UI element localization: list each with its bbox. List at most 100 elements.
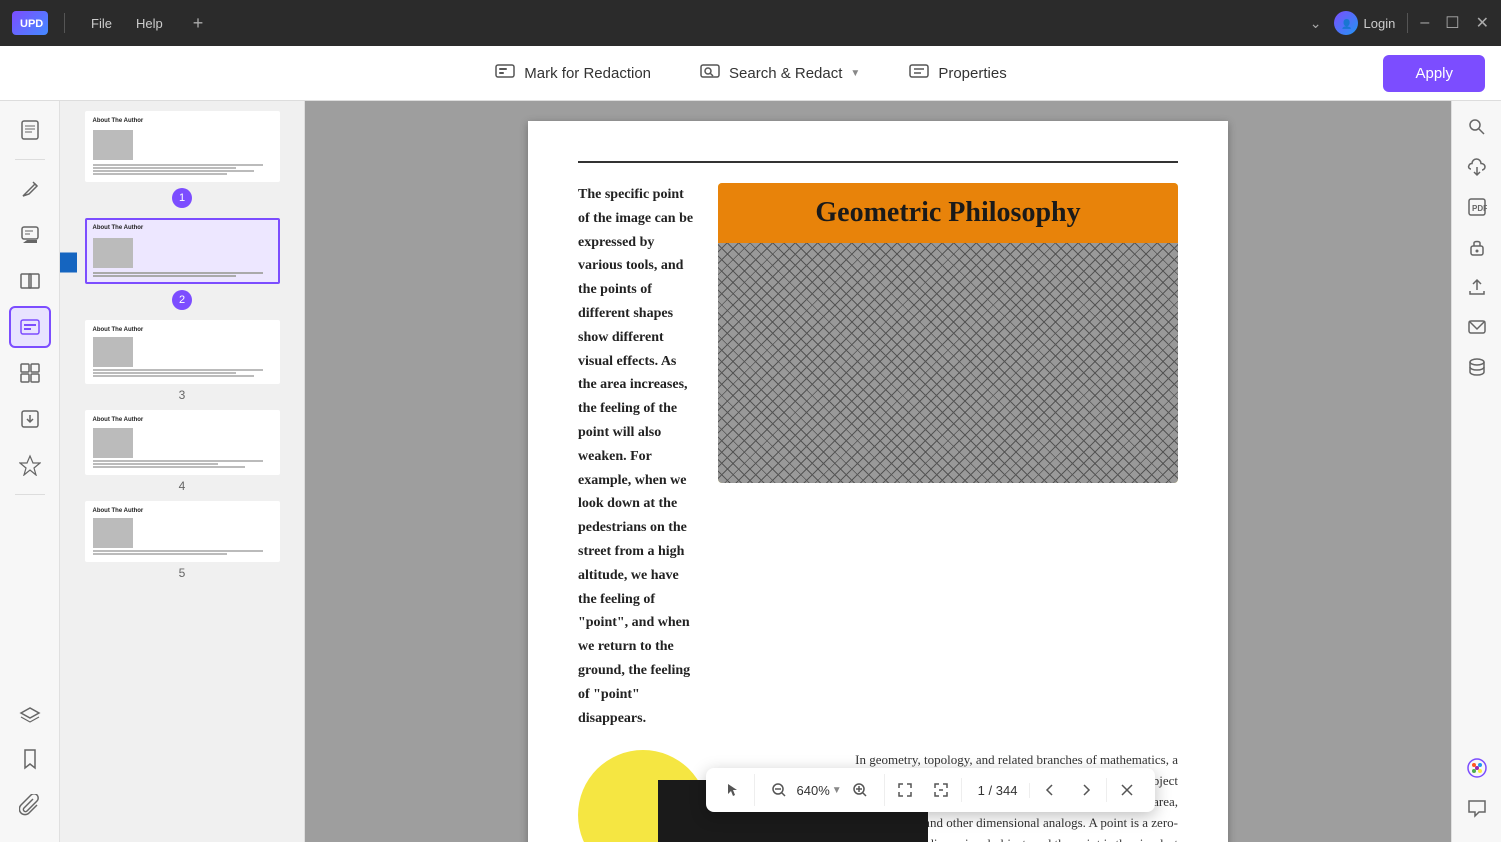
page-badge-1: 1 (172, 188, 192, 208)
sidebar-icon-reader[interactable] (9, 109, 51, 151)
right-icon-mail[interactable] (1459, 309, 1495, 345)
thumb-img-4: About The Author (85, 410, 280, 474)
article-text: The specific point of the image can be e… (578, 183, 698, 730)
sidebar-icon-layers[interactable] (9, 692, 51, 734)
search-redact-icon (699, 60, 721, 87)
geo-card-image (718, 243, 1178, 483)
right-icon-lock[interactable] (1459, 229, 1495, 265)
right-icon-cloud-save[interactable] (1459, 149, 1495, 185)
thumbnail-panel[interactable]: About The Author (60, 101, 305, 842)
titlebar-separator2 (1407, 13, 1408, 33)
thumb-title-5: About The Author (93, 507, 272, 515)
left-sidebar (0, 101, 60, 842)
redaction-toolbar: Mark for Redaction Search & Redact ▼ Pro… (0, 46, 1501, 101)
page-top-line (578, 161, 1178, 163)
thumb-title-3: About The Author (93, 326, 272, 334)
right-icon-pdf-a[interactable]: PDF/A (1459, 189, 1495, 225)
updf-logo-icon: UPDF (12, 11, 48, 35)
actual-size-button[interactable] (925, 774, 957, 806)
zoom-level: 640% (797, 783, 830, 798)
sidebar-icon-extract[interactable] (9, 398, 51, 440)
zoom-in-button[interactable] (844, 774, 876, 806)
page-badge-2: 2 (172, 290, 192, 310)
avatar: 👤 (1334, 11, 1358, 35)
svg-text:PDF/A: PDF/A (1472, 204, 1487, 213)
titlebar-separator (64, 13, 65, 33)
search-redact-button[interactable]: Search & Redact ▼ (679, 52, 880, 95)
login-button[interactable]: 👤 Login (1334, 11, 1396, 35)
minimize-button[interactable]: – (1420, 14, 1429, 32)
svg-text:UPDF: UPDF (20, 18, 44, 30)
sidebar-icon-bookmark[interactable] (9, 738, 51, 780)
thumb-image-placeholder-2 (93, 238, 133, 268)
thumb-title-4: About The Author (93, 416, 272, 424)
page-label-4: 4 (179, 479, 186, 493)
thumb-title-1: About The Author (93, 117, 272, 125)
thumbnail-page-4[interactable]: About The Author 4 (77, 410, 287, 492)
add-tab-button[interactable]: + (193, 13, 204, 34)
sidebar-icon-compress[interactable] (9, 352, 51, 394)
thumb-img-2: About The Author (85, 218, 280, 283)
menu-help[interactable]: Help (126, 12, 173, 35)
zoom-out-button[interactable] (763, 774, 795, 806)
search-redact-label: Search & Redact (729, 65, 842, 82)
page-arrow-indicator (60, 243, 77, 288)
sidebar-icon-attachment[interactable] (9, 784, 51, 826)
sidebar-icon-ai[interactable] (9, 444, 51, 486)
sidebar-icon-edit[interactable] (9, 168, 51, 210)
thumbnail-page-3[interactable]: About The Author (77, 320, 287, 402)
pdf-view[interactable]: Geometric Philosophy The specific point … (305, 101, 1451, 842)
menu-bar: File Help (81, 12, 173, 35)
main-area: About The Author (0, 101, 1501, 842)
titlebar-right: ⌄ 👤 Login – ☐ ✕ (1310, 11, 1489, 35)
close-button[interactable]: ✕ (1476, 13, 1489, 33)
next-page-button[interactable] (1070, 774, 1102, 806)
right-icon-database[interactable] (1459, 349, 1495, 385)
page-display: 1 / 344 (978, 783, 1018, 798)
app-logo[interactable]: UPDF (12, 11, 48, 35)
properties-icon (908, 60, 930, 87)
svg-text:👤: 👤 (1341, 18, 1352, 29)
right-sidebar-bottom (1459, 750, 1495, 834)
thumb-img-1: About The Author (85, 111, 280, 182)
geo-mesh-texture (718, 243, 1178, 483)
chevron-down-icon[interactable]: ⌄ (1310, 15, 1322, 32)
thumbnail-page-1[interactable]: About The Author (77, 111, 287, 210)
search-redact-chevron-icon[interactable]: ▼ (850, 68, 860, 79)
right-icon-search[interactable] (1459, 109, 1495, 145)
cursor-tool-button[interactable] (718, 774, 750, 806)
right-icon-palette[interactable] (1459, 750, 1495, 786)
thumb-image-placeholder-1 (93, 130, 133, 160)
titlebar: UPDF File Help + ⌄ 👤 Login – ☐ ✕ (0, 0, 1501, 46)
apply-button[interactable]: Apply (1383, 55, 1485, 92)
zoom-chevron-icon[interactable]: ▼ (832, 785, 842, 796)
bottom-toolbar: 640% ▼ 1 / 344 (706, 768, 1156, 812)
zoom-control: 640% ▼ (754, 774, 885, 806)
sidebar-icon-annotate[interactable] (9, 214, 51, 256)
fit-to-page-button[interactable] (889, 774, 921, 806)
thumbnail-page-2[interactable]: About The Author 2 (77, 218, 287, 311)
close-toolbar-button[interactable] (1111, 774, 1143, 806)
bottom-sep1 (961, 778, 962, 802)
right-sidebar: PDF/A (1451, 101, 1501, 842)
geo-card-header: Geometric Philosophy (718, 183, 1178, 243)
sidebar-icon-redact[interactable] (9, 306, 51, 348)
prev-page-button[interactable] (1034, 774, 1066, 806)
window-controls: – ☐ ✕ (1420, 13, 1489, 33)
sidebar-icon-pages[interactable] (9, 260, 51, 302)
page-indicator: 1 / 344 (966, 783, 1031, 798)
pdf-content-area: Geometric Philosophy The specific point … (578, 183, 1178, 730)
mark-for-redaction-button[interactable]: Mark for Redaction (474, 52, 671, 95)
thumb-img-3: About The Author (85, 320, 280, 384)
menu-file[interactable]: File (81, 12, 122, 35)
right-icon-chat[interactable] (1459, 790, 1495, 826)
mark-for-redaction-label: Mark for Redaction (524, 65, 651, 82)
right-icon-upload[interactable] (1459, 269, 1495, 305)
maximize-button[interactable]: ☐ (1445, 13, 1459, 33)
properties-button[interactable]: Properties (888, 52, 1026, 95)
geo-philosophy-card: Geometric Philosophy (718, 183, 1178, 483)
login-label: Login (1364, 16, 1396, 31)
sidebar-bottom (9, 692, 51, 834)
thumbnail-page-5[interactable]: About The Author 5 (77, 501, 287, 580)
page-label-5: 5 (179, 566, 186, 580)
